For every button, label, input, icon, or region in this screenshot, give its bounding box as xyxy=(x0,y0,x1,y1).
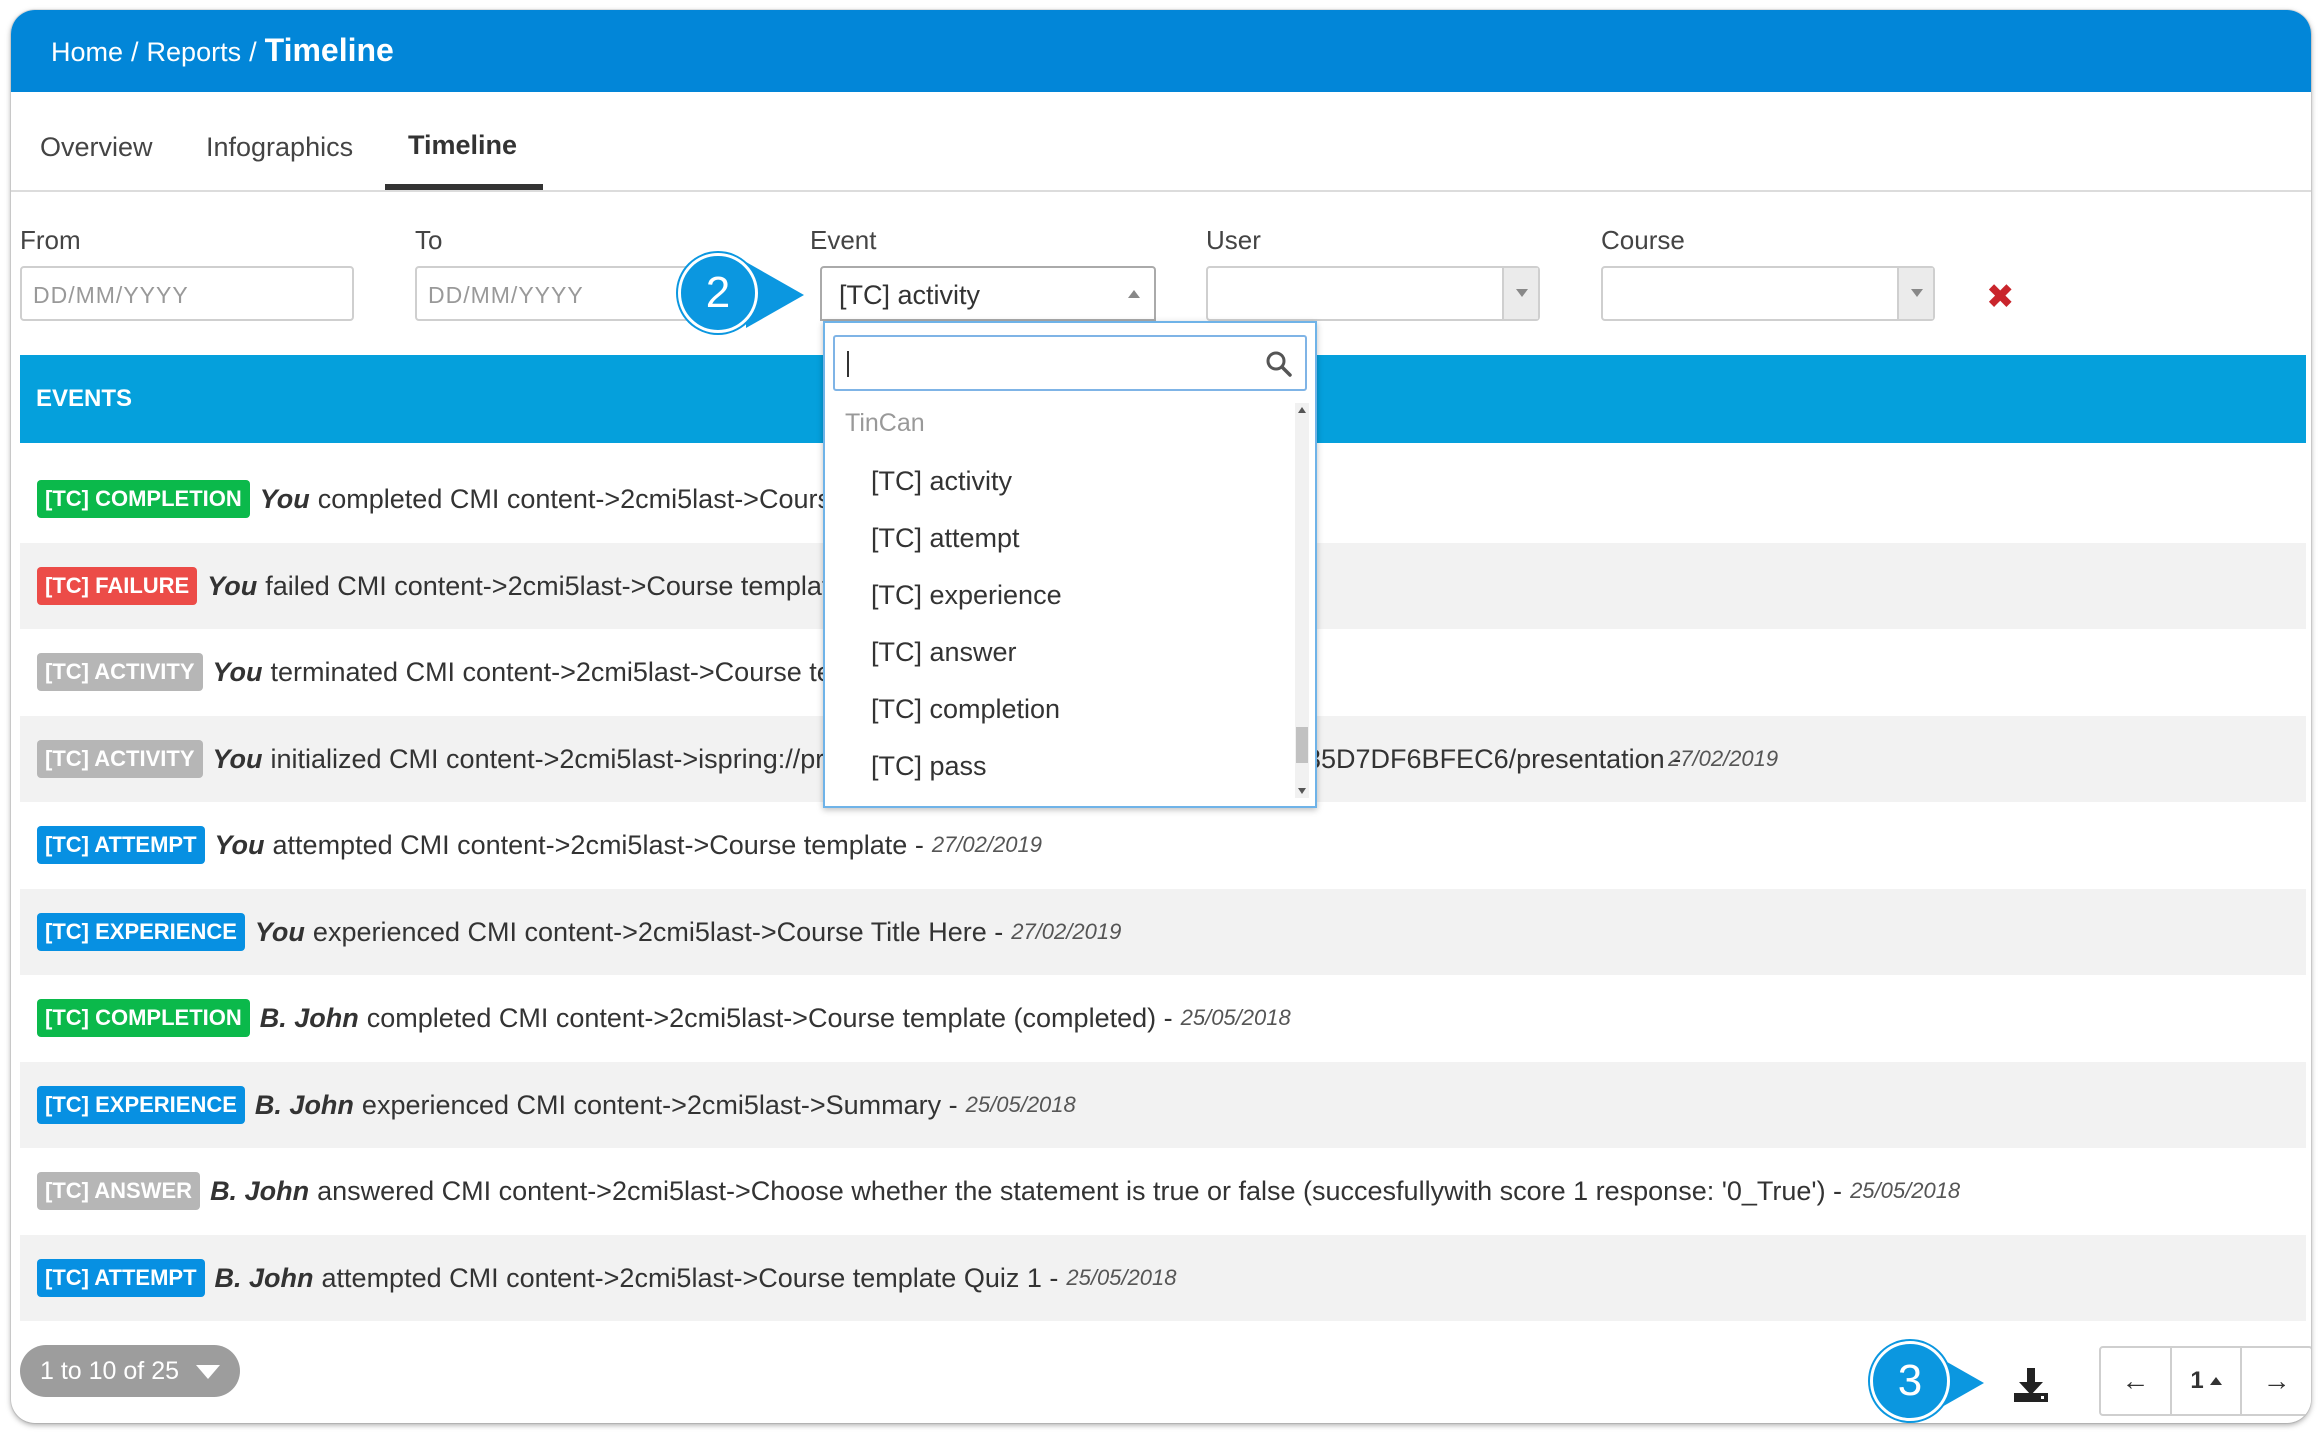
event-actor: B. John xyxy=(210,1175,310,1206)
dropdown-option[interactable]: [TC] answer xyxy=(871,637,1017,668)
course-label: Course xyxy=(1601,225,1685,255)
breadcrumb-separator: / xyxy=(249,37,257,67)
dropdown-group-label: TinCan xyxy=(845,409,925,437)
dropdown-search-input[interactable] xyxy=(833,335,1307,391)
event-type-badge: [TC] ACTIVITY xyxy=(37,740,203,778)
event-dropdown: TinCan [TC] activity [TC] attempt [TC] e… xyxy=(823,321,1317,808)
event-date: 25/05/2018 xyxy=(1066,1265,1177,1290)
tab-timeline[interactable]: Timeline xyxy=(408,130,517,161)
dropdown-scrollbar[interactable] xyxy=(1295,403,1309,798)
event-row: [TC] EXPERIENCE You experienced CMI conten… xyxy=(20,889,2306,975)
pagination: ← 1 → xyxy=(2099,1346,2311,1416)
event-description: experienced CMI content->2cmi5last->Cour… xyxy=(312,916,1004,947)
download-icon[interactable] xyxy=(2011,1365,2051,1405)
event-type-badge: [TC] ANSWER xyxy=(37,1172,201,1210)
event-description: terminated CMI content->2cmi5last->Cours… xyxy=(270,656,832,687)
current-page-number: 1 xyxy=(2190,1367,2204,1394)
scrollbar-thumb[interactable] xyxy=(1296,727,1308,763)
text-cursor xyxy=(847,351,849,377)
caret-up-icon xyxy=(2209,1377,2222,1385)
breadcrumb: Home / Reports / Timeline xyxy=(51,32,394,69)
event-label: Event xyxy=(810,225,877,255)
page-size-select[interactable]: 1 to 10 of 25 xyxy=(20,1345,240,1397)
event-date: 27/02/2019 xyxy=(931,832,1042,857)
next-page-button[interactable]: → xyxy=(2242,1348,2311,1414)
top-bar: Home / Reports / Timeline xyxy=(11,10,2311,92)
event-description: attempted CMI content->2cmi5last->Course… xyxy=(272,829,924,860)
user-select[interactable] xyxy=(1206,266,1540,321)
event-type-badge: [TC] ATTEMPT xyxy=(37,826,205,864)
dropdown-option[interactable]: [TC] activity xyxy=(871,466,1012,497)
event-description: failed CMI content->2cmi5last->Course te… xyxy=(265,570,845,601)
event-date: 27/02/2019 xyxy=(1011,919,1122,944)
event-row: [TC] EXPERIENCE B. John experienced CMI co… xyxy=(20,1062,2306,1148)
event-actor: You xyxy=(212,656,263,687)
event-type-badge: [TC] EXPERIENCE xyxy=(37,913,245,951)
event-type-badge: [TC] COMPLETION xyxy=(37,480,250,518)
event-date: 25/05/2018 xyxy=(965,1092,1076,1117)
event-type-badge: [TC] ACTIVITY xyxy=(37,653,203,691)
event-description: completed CMI content->2cmi5last->Cours xyxy=(317,483,831,514)
app-window: Home / Reports / Timeline Overview Infog… xyxy=(11,10,2311,1423)
event-actor: You xyxy=(207,570,258,601)
from-label: From xyxy=(20,225,81,255)
close-icon[interactable]: ✖ xyxy=(1986,280,2015,314)
dropdown-option[interactable]: [TC] pass xyxy=(871,751,987,782)
event-type-badge: [TC] ATTEMPT xyxy=(37,1259,205,1297)
chevron-up-icon xyxy=(1128,290,1140,298)
caret-down-icon xyxy=(196,1365,220,1379)
user-label: User xyxy=(1206,225,1261,255)
event-description: initialized CMI content->2cmi5last->ispr… xyxy=(270,743,825,774)
breadcrumb-separator: / xyxy=(131,37,139,67)
event-actor: B. John xyxy=(214,1262,314,1293)
breadcrumb-home[interactable]: Home xyxy=(51,37,123,68)
from-date-input[interactable]: DD/MM/YYYY xyxy=(20,266,354,321)
event-date: 27/02/2019 xyxy=(1668,746,1779,771)
breadcrumb-reports[interactable]: Reports xyxy=(147,37,242,68)
event-row: [TC] ATTEMPT You attempted CMI content->2c… xyxy=(20,802,2306,888)
event-description-tail: 35D7DF6BFEC6/presentation - xyxy=(1306,743,1682,774)
dropdown-option[interactable]: [TC] completion xyxy=(871,694,1060,725)
dropdown-option[interactable]: [TC] attempt xyxy=(871,523,1020,554)
dropdown-option[interactable]: [TC] experience xyxy=(871,580,1062,611)
event-actor: B. John xyxy=(259,1002,359,1033)
event-description: attempted CMI content->2cmi5last->Course… xyxy=(321,1262,1059,1293)
callout-badge-download: 3 xyxy=(1870,1341,1950,1421)
event-actor: B. John xyxy=(254,1089,354,1120)
scroll-down-icon[interactable] xyxy=(1298,788,1306,794)
event-select-value: [TC] activity xyxy=(839,280,981,310)
course-select[interactable] xyxy=(1601,266,1935,321)
breadcrumb-current: Timeline xyxy=(264,32,394,68)
event-description: experienced CMI content->2cmi5last->Summ… xyxy=(361,1089,958,1120)
event-date: 25/05/2018 xyxy=(1850,1178,1961,1203)
page-range-text: 1 to 10 of 25 xyxy=(40,1357,180,1385)
event-row: [TC] ANSWER B. John answered CMI content->… xyxy=(20,1148,2306,1234)
current-page-select[interactable]: 1 xyxy=(2172,1348,2243,1414)
tab-overview[interactable]: Overview xyxy=(40,132,153,163)
chevron-down-icon xyxy=(1897,268,1933,319)
event-type-badge: [TC] EXPERIENCE xyxy=(37,1086,245,1124)
to-label: To xyxy=(415,225,443,255)
event-date: 25/05/2018 xyxy=(1180,1005,1291,1030)
event-select[interactable]: [TC] activity xyxy=(820,266,1156,321)
event-actor: You xyxy=(259,483,310,514)
scroll-up-icon[interactable] xyxy=(1298,407,1306,413)
event-actor: You xyxy=(254,916,305,947)
active-tab-indicator xyxy=(385,184,543,190)
event-type-badge: [TC] COMPLETION xyxy=(37,999,250,1037)
chevron-down-icon xyxy=(1502,268,1538,319)
event-row: [TC] ATTEMPT B. John attempted CMI content… xyxy=(20,1235,2306,1321)
tab-infographics[interactable]: Infographics xyxy=(206,132,353,163)
event-row: [TC] COMPLETION B. John completed CMI cont… xyxy=(20,975,2306,1061)
event-description: answered CMI content->2cmi5last->Choose … xyxy=(317,1175,1843,1206)
search-icon xyxy=(1266,351,1292,377)
event-description: completed CMI content->2cmi5last->Course… xyxy=(366,1002,1173,1033)
tab-bar: Overview Infographics Timeline xyxy=(11,92,2311,192)
callout-badge-event: 2 xyxy=(678,253,758,333)
previous-page-button[interactable]: ← xyxy=(2101,1348,2172,1414)
event-type-badge: [TC] FAILURE xyxy=(37,567,198,605)
event-actor: You xyxy=(214,829,265,860)
event-actor: You xyxy=(212,743,263,774)
